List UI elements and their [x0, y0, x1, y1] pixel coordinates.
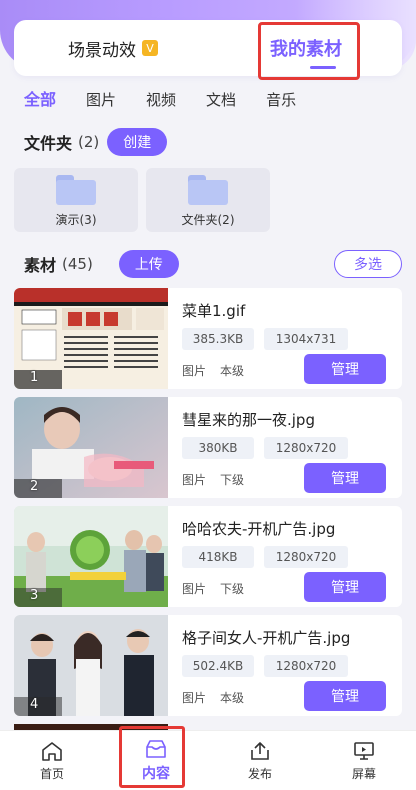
material-type: 图片 [182, 582, 207, 596]
materials-section-header: 素材 (45) 上传 [24, 250, 179, 278]
list-item[interactable]: 4 格子间女人-开机广告.jpg 502.4KB 1280x720 图片 本级 … [14, 615, 402, 716]
multi-select-button[interactable]: 多选 [334, 250, 402, 278]
material-size-tag: 502.4KB [182, 655, 254, 677]
material-type: 图片 [182, 691, 207, 705]
nav-item-label: 发布 [247, 766, 272, 781]
category-tabs: 全部 图片 视频 文档 音乐 [24, 90, 326, 110]
material-name: 彗星来的那一夜.jpg [182, 411, 315, 429]
manage-button[interactable]: 管理 [304, 681, 386, 711]
nav-item-label: 屏幕 [351, 766, 376, 781]
folder-item[interactable]: 文件夹(2) [146, 168, 270, 232]
material-resolution-tag: 1280x720 [264, 655, 348, 677]
material-name: 哈哈农夫-开机广告.jpg [182, 520, 336, 538]
material-name: 菜单1.gif [182, 302, 246, 320]
category-tab-document[interactable]: 文档 [206, 90, 236, 110]
material-thumbnail[interactable]: 3 [14, 506, 168, 607]
folder-section-header: 文件夹 (2) 创建 [24, 128, 168, 156]
manage-button[interactable]: 管理 [304, 463, 386, 493]
materials-count: (45) [62, 255, 93, 273]
material-resolution-tag: 1280x720 [264, 546, 348, 568]
vip-badge-icon: V [142, 40, 158, 56]
folder-icon [188, 175, 228, 205]
material-thumbnail[interactable]: 4 [14, 615, 168, 716]
tab-scene-effects-label: 场景动效 [68, 40, 136, 61]
folder-label: 演示(3) [55, 213, 97, 227]
nav-item-home[interactable]: 首页 [0, 731, 104, 790]
material-size-tag: 385.3KB [182, 328, 254, 350]
list-item[interactable]: 1 菜单1.gif 385.3KB 1304x731 图片 本级 管理 [14, 288, 402, 389]
category-tab-image[interactable]: 图片 [86, 90, 116, 110]
material-thumbnail[interactable]: 2 [14, 397, 168, 498]
material-resolution-tag: 1304x731 [264, 328, 348, 350]
home-icon [42, 741, 62, 761]
category-tab-video[interactable]: 视频 [146, 90, 176, 110]
material-level: 下级 [220, 473, 245, 487]
material-level: 本级 [220, 691, 245, 705]
tab-scene-effects[interactable]: 场景动效 V [68, 20, 158, 76]
material-name: 格子间女人-开机广告.jpg [182, 629, 351, 647]
folder-icon [56, 175, 96, 205]
material-index: 3 [30, 588, 39, 603]
list-item[interactable]: 3 哈哈农夫-开机广告.jpg 418KB 1280x720 图片 下级 管理 [14, 506, 402, 607]
highlight-box-content-nav [119, 726, 185, 788]
publish-icon [251, 741, 269, 760]
create-folder-button[interactable]: 创建 [107, 128, 168, 156]
folder-section-title: 文件夹 [24, 134, 73, 153]
material-thumbnail[interactable]: 1 [14, 288, 168, 389]
material-type: 图片 [182, 473, 207, 487]
screen-icon [354, 741, 374, 760]
nav-item-publish[interactable]: 发布 [208, 731, 312, 790]
category-tab-music[interactable]: 音乐 [266, 90, 296, 110]
materials-section-title: 素材 [24, 256, 57, 275]
highlight-box-my-materials [258, 22, 360, 80]
upload-button[interactable]: 上传 [118, 250, 179, 278]
folder-list: 演示(3) 文件夹(2) [14, 168, 270, 232]
category-tab-all[interactable]: 全部 [24, 90, 56, 110]
nav-item-screen[interactable]: 屏幕 [312, 731, 416, 790]
material-level: 本级 [220, 364, 245, 378]
material-size-tag: 418KB [182, 546, 254, 568]
material-index: 1 [30, 370, 39, 385]
material-index: 2 [30, 479, 39, 494]
material-index: 4 [30, 697, 39, 712]
manage-button[interactable]: 管理 [304, 572, 386, 602]
material-resolution-tag: 1280x720 [264, 437, 348, 459]
manage-button[interactable]: 管理 [304, 354, 386, 384]
folder-count: (2) [78, 133, 100, 151]
material-type: 图片 [182, 364, 207, 378]
nav-item-label: 首页 [39, 766, 64, 781]
folder-label: 文件夹(2) [181, 213, 235, 227]
bottom-navigation: 首页 内容 发布 屏幕 [0, 730, 416, 790]
folder-item[interactable]: 演示(3) [14, 168, 138, 232]
list-item[interactable]: 2 彗星来的那一夜.jpg 380KB 1280x720 图片 下级 管理 [14, 397, 402, 498]
material-level: 下级 [220, 582, 245, 596]
material-size-tag: 380KB [182, 437, 254, 459]
